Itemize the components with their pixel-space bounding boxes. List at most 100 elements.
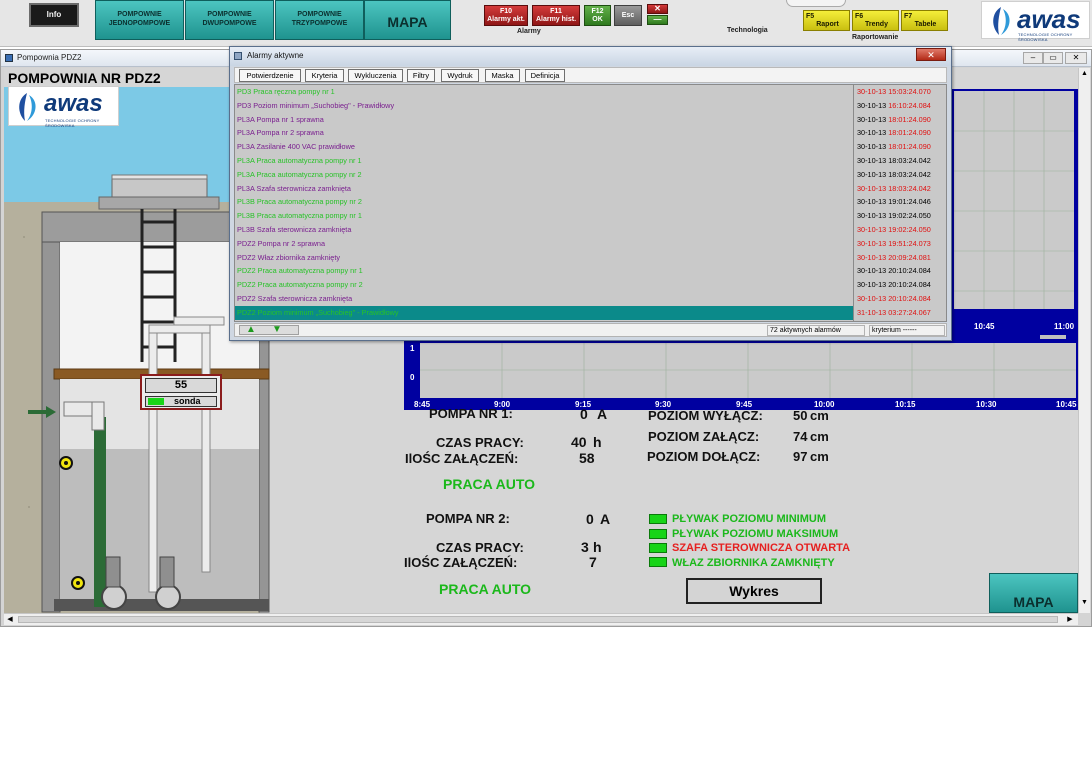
window-app-icon bbox=[5, 54, 13, 62]
mapa-bottom-button[interactable]: MAPA bbox=[989, 573, 1078, 613]
scroll-down-arrow-icon[interactable]: ▼ bbox=[1080, 598, 1089, 608]
alarm-row[interactable]: PD3 Praca ręczna pompy nr 1 bbox=[235, 85, 853, 99]
horizontal-scroll-thumb[interactable] bbox=[18, 616, 1058, 623]
alarm-row[interactable]: PL3A Praca automatyczna pompy nr 2 bbox=[235, 168, 853, 182]
minimize-icon: – bbox=[1030, 53, 1036, 62]
scroll-up-arrow-icon[interactable]: ▲ bbox=[1080, 69, 1089, 79]
alarm-row[interactable]: PL3A Szafa sterownicza zamknięta bbox=[235, 182, 853, 196]
pompa1-czas-unit: h bbox=[593, 434, 602, 450]
definicja-button[interactable]: Definicja bbox=[525, 69, 565, 82]
awas-leaf-icon bbox=[19, 93, 36, 121]
alarm-time: 31-10-13 03:27:24.067 bbox=[857, 307, 931, 317]
alarm-row[interactable]: PDZ2 Praca automatyczna pompy nr 1 bbox=[235, 264, 853, 278]
window-minimize-button[interactable]: – bbox=[1023, 52, 1043, 64]
alarm-time: 30-10-13 19:51:24.073 bbox=[857, 238, 931, 248]
alarmy-hist-label: Alarmy hist. bbox=[535, 16, 577, 23]
alarm-row[interactable]: PL3A Pompa nr 1 sprawna bbox=[235, 113, 853, 127]
alarm-time: 30-10-13 18:01:24.090 bbox=[857, 114, 931, 124]
pompa2-czas-label: CZAS PRACY: bbox=[436, 540, 524, 555]
wykres-button[interactable]: Wykres bbox=[686, 578, 822, 604]
alarm-row[interactable]: PL3A Zasilanie 400 VAC prawidłowe bbox=[235, 140, 853, 154]
scroll-right-arrow-icon[interactable]: ▶ bbox=[1065, 615, 1075, 624]
alarmy-historyczne-button[interactable]: F11 Alarmy hist. bbox=[532, 5, 580, 26]
maska-button[interactable]: Maska bbox=[485, 69, 520, 82]
info-button[interactable]: Info bbox=[29, 3, 79, 27]
indicator-szafa-label: SZAFA STEROWNICZA OTWARTA bbox=[672, 542, 851, 554]
awas-logo-page: awas TECHNOLOGIE OCHRONY ŚRODOWISKA bbox=[8, 86, 119, 128]
alarm-row[interactable]: PL3B Praca automatyczna pompy nr 1 bbox=[235, 209, 853, 223]
alarm-time: 30-10-13 18:01:24.090 bbox=[857, 142, 931, 152]
indicator-szafa bbox=[649, 543, 667, 553]
mapa-top-button[interactable]: MAPA bbox=[364, 0, 451, 40]
poziom-zalacz-unit: cm bbox=[810, 429, 829, 444]
level-value: 55 bbox=[145, 378, 217, 393]
alarm-row[interactable]: PL3A Praca automatyczna pompy nr 1 bbox=[235, 154, 853, 168]
level-display: 55 sonda bbox=[140, 374, 222, 410]
alarm-row[interactable]: PL3B Praca automatyczna pompy nr 2 bbox=[235, 195, 853, 209]
pompa1-status: PRACA AUTO bbox=[443, 476, 536, 492]
indicator-plywak-min-label: PŁYWAK POZIOMU MINIMUM bbox=[672, 513, 826, 525]
alarm-row[interactable]: PDZ2 Pompa nr 2 sprawna bbox=[235, 237, 853, 251]
poziom-wylacz-unit: cm bbox=[810, 408, 829, 423]
horizontal-scrollbar[interactable]: ◀ ▶ bbox=[4, 613, 1078, 625]
alarm-time: 30-10-13 18:03:24.042 bbox=[857, 169, 931, 179]
top-toolbar: Info POMPOWNIE JEDNOPOMPOWE POMPOWNIE DW… bbox=[0, 0, 1092, 47]
potwierdzenie-button[interactable]: Potwierdzenie bbox=[239, 69, 301, 82]
alarm-time: 30-10-13 18:03:24.042 bbox=[857, 183, 931, 193]
alarm-status-bar: ▲ ▼ 72 aktywnych alarmów kryterium -----… bbox=[234, 323, 947, 337]
close-alarm-button[interactable]: ✕ bbox=[647, 4, 668, 14]
alarm-criteria-status: kryterium ------ bbox=[869, 325, 945, 336]
ok-label: OK bbox=[592, 16, 603, 23]
pompa1-czas-label: CZAS PRACY: bbox=[436, 435, 524, 450]
scroll-left-arrow-icon[interactable]: ◀ bbox=[5, 615, 15, 624]
alarm-row[interactable]: PL3B Szafa sterownicza zamknięta bbox=[235, 223, 853, 237]
hidden-tab-strip[interactable] bbox=[786, 0, 846, 7]
alarm-row[interactable]: PD3 Poziom minimum „Suchobieg" - Prawidł… bbox=[235, 99, 853, 113]
alarm-scroll-buttons: ▲ ▼ bbox=[239, 325, 299, 335]
alarm-dialog-toolbar: Potwierdzenie Kryteria Wykluczenia Filtr… bbox=[234, 67, 947, 83]
window-maximize-button[interactable]: ▭ bbox=[1043, 52, 1063, 64]
filtry-button[interactable]: Filtry bbox=[407, 69, 435, 82]
alarm-row-selected[interactable]: PDZ2 Poziom minimum „Suchobieg" - Prawid… bbox=[235, 305, 853, 320]
wykluczenia-button[interactable]: Wykluczenia bbox=[348, 69, 403, 82]
window-close-button[interactable]: ✕ bbox=[1065, 52, 1087, 64]
tabele-button[interactable]: F7 Tabele bbox=[901, 10, 948, 31]
trend-chart-bottom: 1 0 8:45 9:00 9:15 9:30 9:45 10:00 10:15… bbox=[404, 340, 1078, 410]
wydruk-button[interactable]: Wydruk bbox=[441, 69, 479, 82]
alarm-dialog: Alarmy aktywne ✕ Potwierdzenie Kryteria … bbox=[229, 46, 952, 341]
key-f7: F7 bbox=[904, 13, 913, 20]
raport-button[interactable]: F5 Raport bbox=[803, 10, 850, 31]
alarm-row[interactable]: PDZ2 Praca automatyczna pompy nr 2 bbox=[235, 278, 853, 292]
alarm-row[interactable]: PDZ2 Szafa sterownicza zamknięta bbox=[235, 292, 853, 306]
vertical-scrollbar[interactable]: ▲ ▼ bbox=[1078, 68, 1090, 613]
alarm-dialog-title: Alarmy aktywne bbox=[247, 51, 304, 60]
alarm-row[interactable]: PDZ2 Właz zbiornika zamknięty bbox=[235, 251, 853, 265]
alarm-list[interactable]: PD3 Praca ręczna pompy nr 1 PD3 Poziom m… bbox=[234, 84, 854, 322]
pompownie-jednopompowe-button[interactable]: POMPOWNIE JEDNOPOMPOWE bbox=[95, 0, 184, 40]
ok-button[interactable]: F12 OK bbox=[584, 5, 611, 26]
alarmy-aktywne-button[interactable]: F10 Alarmy akt. bbox=[484, 5, 528, 26]
sensor-label: sonda bbox=[174, 396, 201, 406]
poziom-dolacz-value: 97 bbox=[793, 449, 808, 464]
awas-logo-subtitle: TECHNOLOGIE OCHRONY ŚRODOWISKA bbox=[1018, 32, 1073, 42]
alarm-dialog-close-button[interactable]: ✕ bbox=[916, 48, 946, 61]
trend-top-tick-1: 11:00 bbox=[1054, 322, 1075, 331]
trend-top-tick-0: 10:45 bbox=[974, 322, 995, 331]
trend-top-scrollbar[interactable] bbox=[1040, 335, 1066, 339]
group-label-technologia: Technologia bbox=[727, 27, 768, 34]
alarm-row[interactable]: PL3A Pompa nr 2 sprawna bbox=[235, 126, 853, 140]
alarm-time: 30-10-13 20:10:24.084 bbox=[857, 280, 931, 290]
alarm-count-status: 72 aktywnych alarmów bbox=[767, 325, 865, 336]
esc-button[interactable]: Esc bbox=[614, 5, 642, 26]
pompownie-dwupompowe-button[interactable]: POMPOWNIE DWUPOMPOWE bbox=[185, 0, 274, 40]
trendy-button[interactable]: F6 Trendy bbox=[852, 10, 899, 31]
pompa2-zal-label: IlOŚC ZAŁĄCZEŃ: bbox=[404, 555, 518, 570]
pompa1-czas: 40 bbox=[571, 434, 587, 450]
kryteria-button[interactable]: Kryteria bbox=[305, 69, 344, 82]
minimize-alarm-button[interactable]: — bbox=[647, 15, 668, 25]
pompownie-trzypompowe-button[interactable]: POMPOWNIE TRZYPOMPOWE bbox=[275, 0, 364, 40]
key-f11: F11 bbox=[550, 8, 562, 15]
scroll-up-icon[interactable]: ▲ bbox=[246, 325, 256, 335]
scroll-down-icon[interactable]: ▼ bbox=[272, 325, 282, 335]
trend-top-plot bbox=[954, 91, 1074, 309]
